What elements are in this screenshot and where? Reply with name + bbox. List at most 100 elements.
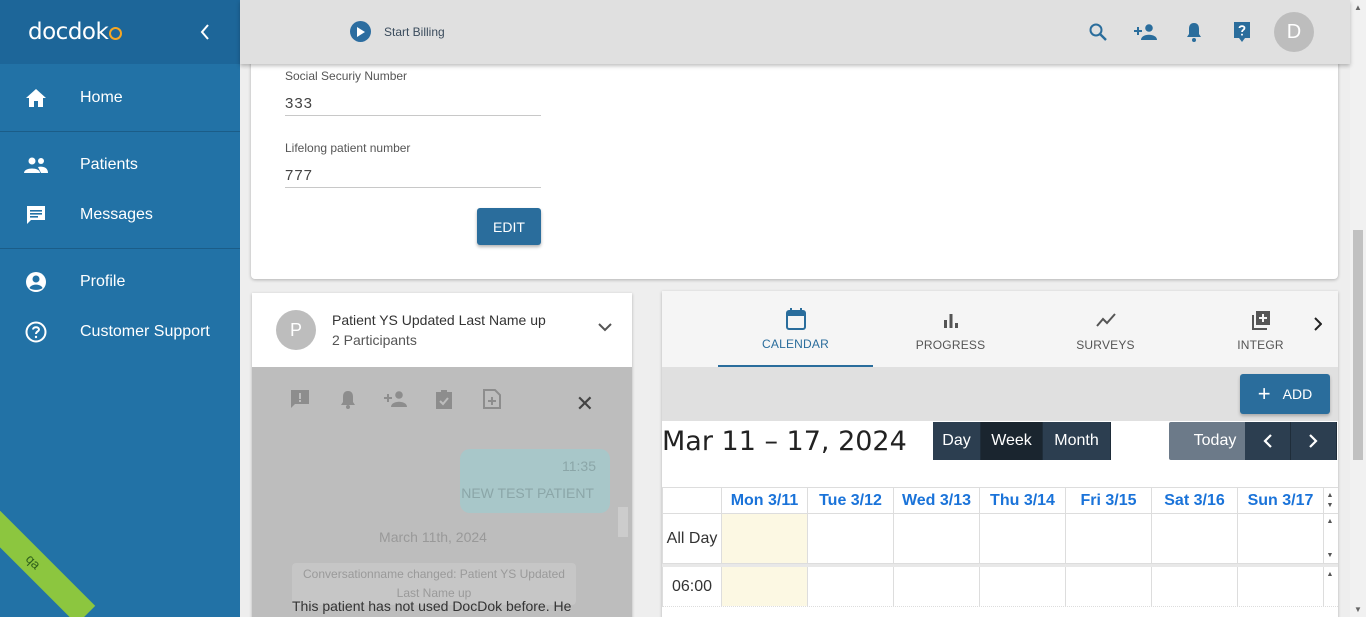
panel-tabs: CALENDAR PROGRESS SURVEYS INTEGR [662, 291, 1338, 367]
time-scrollbar[interactable]: ▲ [1324, 567, 1336, 606]
view-switcher: Day Week Month [933, 422, 1111, 460]
plus-icon: + [1257, 381, 1271, 406]
chat-body: ✕ 11:35 NEW TEST PATIENT March 11th, 202… [252, 367, 632, 617]
alarm-icon[interactable] [336, 387, 360, 411]
time-label: 06:00 [662, 567, 722, 606]
all-day-slot[interactable] [808, 514, 894, 563]
lifelong-value: 777 [285, 167, 314, 184]
sidebar-item-label: Patients [80, 156, 138, 173]
calendar-range: Mar 11 – 17, 2024 [662, 426, 907, 457]
sidebar-item-label: Profile [80, 273, 126, 290]
scroll-down-icon[interactable]: ▼ [1354, 605, 1362, 614]
tab-label: SURVEYS [1076, 337, 1135, 352]
add-participant-icon[interactable] [384, 387, 408, 411]
sidebar-item-home[interactable]: Home [0, 73, 240, 123]
calendar-area: + ADD Mar 11 – 17, 2024 Day Week Month T… [662, 367, 1338, 617]
day-header[interactable]: Sun 3/17 [1238, 488, 1324, 513]
sidebar-item-patients[interactable]: Patients [0, 140, 240, 190]
time-slot[interactable] [1066, 567, 1152, 606]
chevron-down-icon[interactable] [598, 319, 612, 337]
all-day-slot[interactable] [722, 514, 808, 563]
clipboard-check-icon[interactable] [432, 387, 456, 411]
add-label: ADD [1282, 386, 1313, 402]
day-header[interactable]: Tue 3/12 [808, 488, 894, 513]
all-day-slot[interactable] [1066, 514, 1152, 563]
alert-message-icon[interactable] [288, 387, 312, 411]
ssn-label: Social Securiy Number [285, 69, 408, 83]
search-icon[interactable] [1074, 12, 1122, 52]
time-slot[interactable] [722, 567, 808, 606]
time-slot[interactable] [1238, 567, 1324, 606]
all-day-slot[interactable] [1238, 514, 1324, 563]
start-billing-button[interactable]: Start Billing [350, 21, 445, 42]
close-icon[interactable]: ✕ [576, 391, 594, 417]
scroll-thumb[interactable] [1353, 230, 1363, 460]
date-separator: March 11th, 2024 [379, 529, 487, 545]
account-circle-icon [24, 270, 48, 294]
chevron-right-icon[interactable] [1314, 317, 1323, 336]
sidebar-item-messages[interactable]: Messages [0, 190, 240, 240]
tab-progress[interactable]: PROGRESS [873, 291, 1028, 367]
time-slot[interactable] [980, 567, 1066, 606]
chevron-left-icon[interactable] [196, 22, 214, 42]
patient-details-card: Social Securiy Number 333 Lifelong patie… [251, 64, 1338, 279]
week-navigation [1245, 422, 1337, 460]
patient-panel: CALENDAR PROGRESS SURVEYS INTEGR + ADD M… [662, 291, 1338, 617]
library-add-icon [1251, 307, 1271, 333]
calendar: Mar 11 – 17, 2024 Day Week Month Today M… [662, 421, 1338, 617]
view-month-button[interactable]: Month [1043, 422, 1111, 460]
message-icon [24, 203, 48, 227]
sidebar-item-profile[interactable]: Profile [0, 257, 240, 307]
add-event-button[interactable]: + ADD [1240, 374, 1330, 414]
trending-icon [1095, 307, 1116, 333]
time-row: 06:00 ▲ [662, 567, 1338, 607]
sidebar-item-label: Messages [80, 206, 153, 223]
bell-icon[interactable] [1170, 12, 1218, 52]
participants-count: 2 Participants [332, 332, 417, 348]
file-add-icon[interactable] [480, 387, 504, 411]
scroll-up-icon[interactable]: ▲ [1354, 3, 1362, 12]
day-header[interactable]: Fri 3/15 [1066, 488, 1152, 513]
page-scrollbar[interactable]: ▲ ▼ [1350, 0, 1366, 617]
tab-calendar[interactable]: CALENDAR [718, 291, 873, 367]
week-grid: Mon 3/11 Tue 3/12 Wed 3/13 Thu 3/14 Fri … [662, 487, 1338, 607]
lifelong-number-field[interactable]: Lifelong patient number 777 [285, 141, 541, 188]
start-billing-label: Start Billing [384, 24, 445, 39]
chat-header[interactable]: P Patient YS Updated Last Name up 2 Part… [252, 293, 632, 367]
view-day-button[interactable]: Day [933, 422, 981, 460]
view-week-button[interactable]: Week [981, 422, 1043, 460]
chat-scrollbar[interactable] [618, 507, 628, 537]
next-week-button[interactable] [1291, 422, 1337, 460]
docdok-logo[interactable]: docdok [28, 19, 123, 45]
day-header[interactable]: Wed 3/13 [894, 488, 980, 513]
user-avatar[interactable]: D [1274, 12, 1314, 52]
help-icon[interactable] [1218, 12, 1266, 52]
ssn-field[interactable]: Social Securiy Number 333 [285, 69, 541, 116]
edit-button[interactable]: EDIT [477, 208, 541, 245]
add-person-icon[interactable] [1122, 12, 1170, 52]
day-header[interactable]: Sat 3/16 [1152, 488, 1238, 513]
top-bar: Start Billing D [240, 0, 1350, 64]
time-slot[interactable] [808, 567, 894, 606]
conversation-avatar: P [276, 310, 316, 350]
all-day-slot[interactable] [894, 514, 980, 563]
all-day-row: All Day ▲ ▼ [662, 514, 1338, 564]
sidebar: docdok Home Patients Messages Profile Cu… [0, 0, 240, 617]
all-day-slot[interactable] [1152, 514, 1238, 563]
header-scrollbar[interactable]: ▲ ▼ [1324, 488, 1336, 513]
sidebar-item-customer-support[interactable]: Customer Support [0, 307, 240, 357]
message-text: NEW TEST PATIENT [461, 485, 594, 501]
prev-week-button[interactable] [1245, 422, 1291, 460]
day-header[interactable]: Mon 3/11 [722, 488, 808, 513]
chat-message: This patient has not used DocDok before.… [292, 598, 572, 614]
tab-surveys[interactable]: SURVEYS [1028, 291, 1183, 367]
all-day-scrollbar[interactable]: ▲ ▼ [1324, 514, 1336, 563]
all-day-slot[interactable] [980, 514, 1066, 563]
time-slot[interactable] [894, 567, 980, 606]
sidebar-header: docdok [0, 0, 240, 64]
people-icon [24, 153, 48, 177]
time-column-header [662, 488, 722, 513]
bar-chart-icon [943, 307, 959, 333]
day-header[interactable]: Thu 3/14 [980, 488, 1066, 513]
time-slot[interactable] [1152, 567, 1238, 606]
